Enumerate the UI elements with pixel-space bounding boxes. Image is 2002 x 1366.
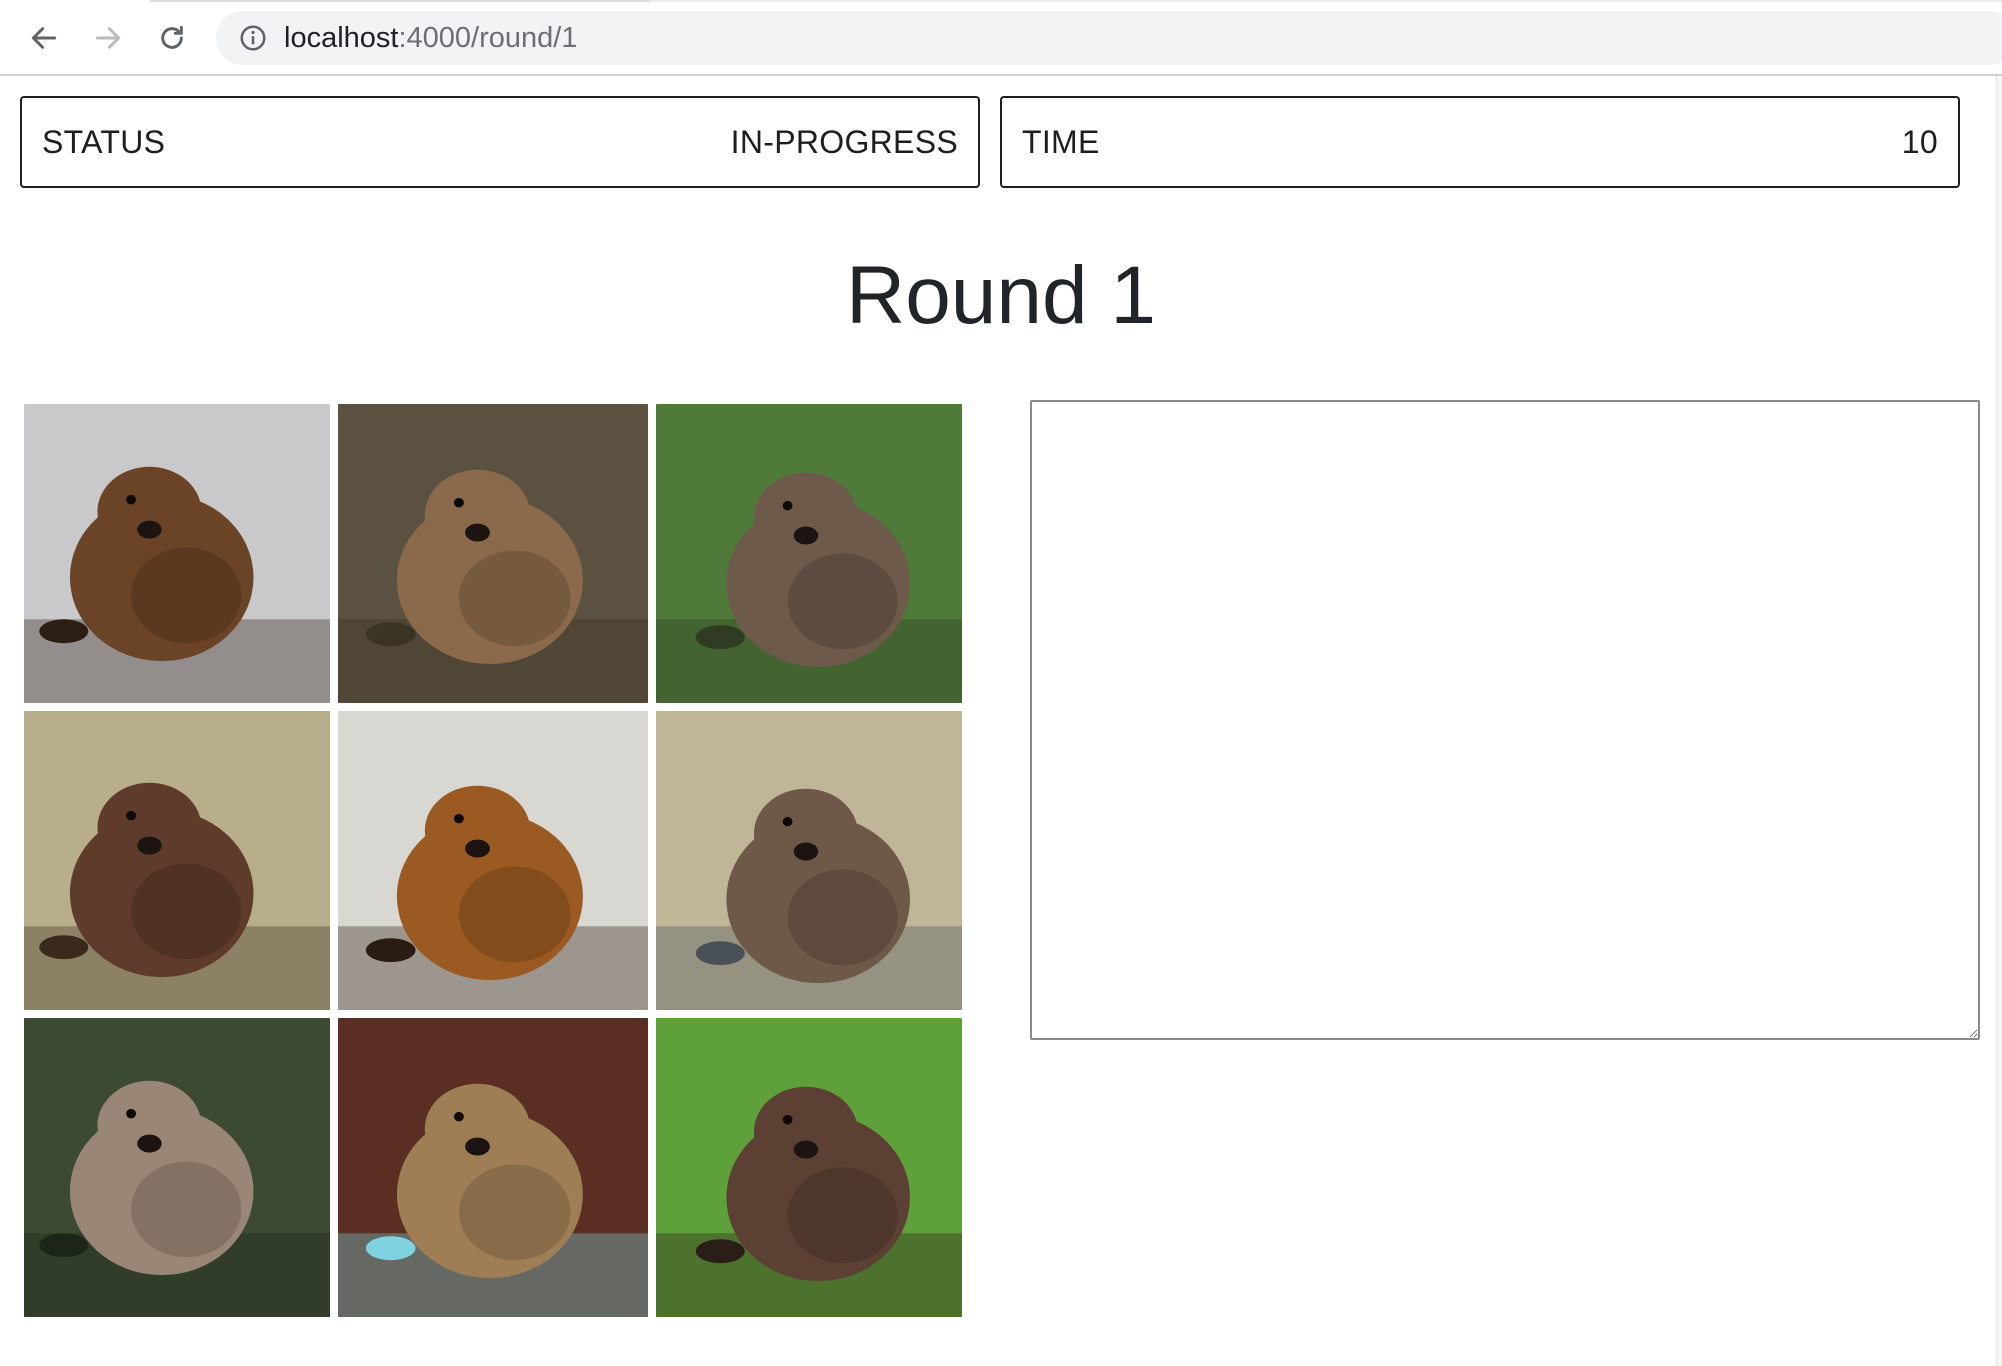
beaver-image-5[interactable]	[338, 711, 648, 1010]
beaver-image-7[interactable]	[24, 1018, 330, 1317]
status-value: IN-PROGRESS	[730, 123, 958, 160]
image-grid	[24, 404, 966, 1317]
beaver-photo-icon	[656, 1018, 962, 1317]
beaver-image-9[interactable]	[656, 1018, 962, 1317]
time-value: 10	[1901, 123, 1938, 160]
url-host: localhost	[284, 22, 399, 54]
beaver-image-2[interactable]	[338, 404, 648, 703]
beaver-photo-icon	[24, 404, 330, 703]
beaver-photo-icon	[338, 1018, 648, 1317]
forward-button[interactable]	[86, 16, 130, 60]
beaver-image-1[interactable]	[24, 404, 330, 703]
time-label: TIME	[1022, 123, 1100, 160]
beaver-image-6[interactable]	[656, 711, 962, 1010]
page-content: STATUS IN-PROGRESS TIME 10 Round 1	[0, 76, 1984, 1366]
beaver-image-3[interactable]	[656, 404, 962, 703]
status-label: STATUS	[42, 123, 166, 160]
status-card: STATUS IN-PROGRESS	[20, 96, 980, 188]
address-bar[interactable]: localhost:4000/round/1	[216, 11, 2002, 65]
arrow-right-icon	[95, 27, 121, 49]
beaver-photo-icon	[24, 1018, 330, 1317]
beaver-image-8[interactable]	[338, 1018, 648, 1317]
tab-strip-edge-right	[650, 0, 2002, 2]
answer-textarea[interactable]	[1030, 400, 1980, 1040]
beaver-photo-icon	[24, 711, 330, 1010]
reload-button[interactable]	[150, 16, 194, 60]
reload-icon	[161, 25, 183, 49]
scrollbar[interactable]	[1996, 76, 2002, 1366]
beaver-photo-icon	[656, 711, 962, 1010]
tab-strip-edge	[150, 0, 650, 2]
round-title: Round 1	[845, 250, 1157, 341]
beaver-photo-icon	[656, 404, 962, 703]
beaver-photo-icon	[338, 711, 648, 1010]
url-text[interactable]: localhost:4000/round/1	[284, 22, 577, 54]
info-icon[interactable]	[238, 23, 268, 53]
beaver-photo-icon	[338, 404, 648, 703]
arrow-left-icon	[31, 27, 57, 49]
url-path: :4000/round/1	[398, 22, 578, 54]
time-card: TIME 10	[1000, 96, 1960, 188]
back-button[interactable]	[22, 16, 66, 60]
beaver-image-4[interactable]	[24, 711, 330, 1010]
browser-toolbar: localhost:4000/round/1	[0, 0, 2002, 76]
